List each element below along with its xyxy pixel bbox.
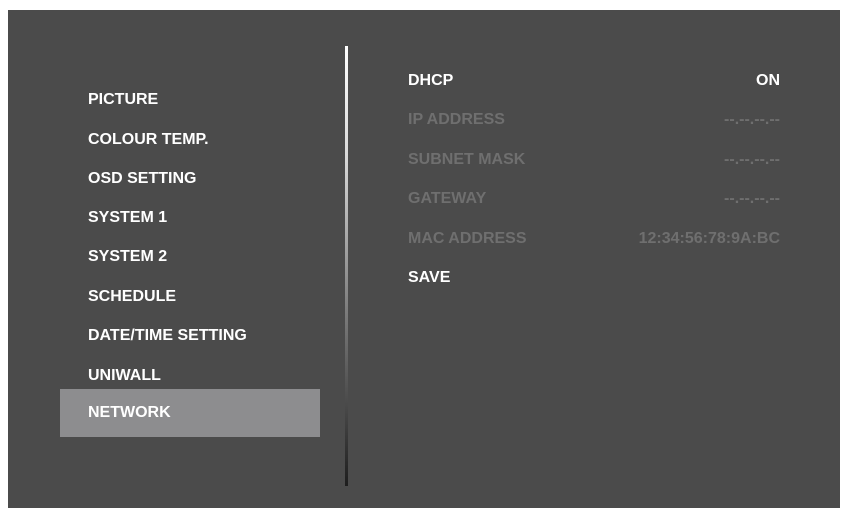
ip-address-setting: IP ADDRESS --.--.--.-- (408, 108, 780, 132)
menu-divider (345, 46, 348, 486)
osd-screen: PICTURE COLOUR TEMP. OSD SETTING SYSTEM … (8, 10, 840, 508)
dhcp-setting[interactable]: DHCP ON (408, 69, 780, 93)
save-label: SAVE (408, 269, 451, 286)
menu-item-network[interactable]: NETWORK (60, 389, 320, 437)
mac-address-label: MAC ADDRESS (408, 230, 527, 247)
mac-address-value: 12:34:56:78:9A:BC (638, 230, 780, 247)
subnet-mask-value: --.--.--.-- (724, 151, 780, 168)
save-button[interactable]: SAVE (408, 266, 780, 290)
mac-address-setting: MAC ADDRESS 12:34:56:78:9A:BC (408, 227, 780, 251)
ip-address-value: --.--.--.-- (724, 111, 780, 128)
ip-address-label: IP ADDRESS (408, 111, 505, 128)
subnet-mask-label: SUBNET MASK (408, 151, 526, 168)
gateway-value: --.--.--.-- (724, 190, 780, 207)
dhcp-label: DHCP (408, 72, 454, 89)
dhcp-value[interactable]: ON (756, 69, 780, 93)
gateway-setting: GATEWAY --.--.--.-- (408, 187, 780, 211)
gateway-label: GATEWAY (408, 190, 487, 207)
subnet-mask-setting: SUBNET MASK --.--.--.-- (408, 148, 780, 172)
